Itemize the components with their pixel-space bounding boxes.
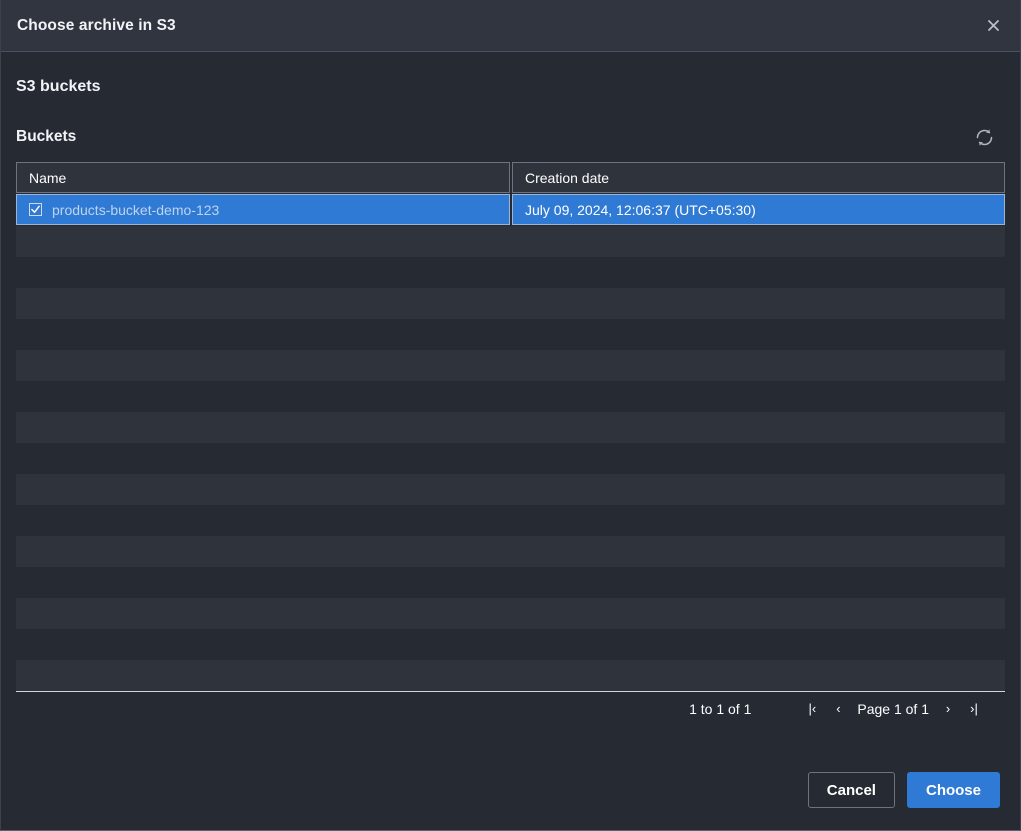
previous-page-button[interactable]: ‹ [825,701,851,716]
empty-row-gap [16,319,1005,350]
empty-row-gap [16,257,1005,288]
table-header-row: Name Creation date [16,162,1005,193]
empty-row [16,536,1005,567]
close-icon[interactable] [978,11,1008,41]
empty-row [16,288,1005,319]
dialog-title: Choose archive in S3 [17,16,176,34]
page-indicator: Page 1 of 1 [857,700,929,717]
pagination-count: 1 to 1 of 1 [689,700,752,717]
buckets-table: Name Creation date products-bucket-demo-… [16,162,1005,725]
creation-date-text: July 09, 2024, 12:06:37 (UTC+05:30) [525,201,756,218]
refresh-icon[interactable] [969,122,999,152]
empty-row-gap [16,381,1005,412]
empty-row [16,350,1005,381]
buckets-label: Buckets [16,128,77,145]
cell-name[interactable]: products-bucket-demo-123 [16,194,510,225]
dialog-header: Choose archive in S3 [1,0,1020,52]
column-header-creation-date[interactable]: Creation date [512,162,1005,193]
empty-row-gap [16,505,1005,536]
pagination-bar: 1 to 1 of 1 |‹ ‹ Page 1 of 1 › ›| [16,691,1005,725]
bucket-name-link[interactable]: products-bucket-demo-123 [52,202,219,218]
table-row[interactable]: products-bucket-demo-123 July 09, 2024, … [16,194,1005,225]
buckets-toolbar: Buckets [16,96,1005,162]
empty-row [16,474,1005,505]
empty-row [16,598,1005,629]
last-page-button[interactable]: ›| [961,701,987,716]
choose-archive-dialog: Choose archive in S3 S3 buckets Buckets [0,0,1021,831]
dialog-body: S3 buckets Buckets Name Creation date pr… [1,52,1020,725]
cell-creation-date: July 09, 2024, 12:06:37 (UTC+05:30) [512,194,1005,225]
empty-row [16,226,1005,257]
next-page-button[interactable]: › [935,701,961,716]
row-checkbox[interactable] [29,203,42,216]
dialog-footer: Cancel Choose [1,772,1020,808]
first-page-button[interactable]: |‹ [799,701,825,716]
empty-row [16,412,1005,443]
column-header-name[interactable]: Name [16,162,510,193]
empty-row [16,660,1005,691]
empty-rows-area [16,226,1005,691]
page-title: S3 buckets [16,78,101,95]
empty-row-gap [16,443,1005,474]
empty-row-gap [16,567,1005,598]
empty-row-gap [16,629,1005,660]
choose-button[interactable]: Choose [906,772,1000,808]
cancel-button[interactable]: Cancel [807,772,895,808]
